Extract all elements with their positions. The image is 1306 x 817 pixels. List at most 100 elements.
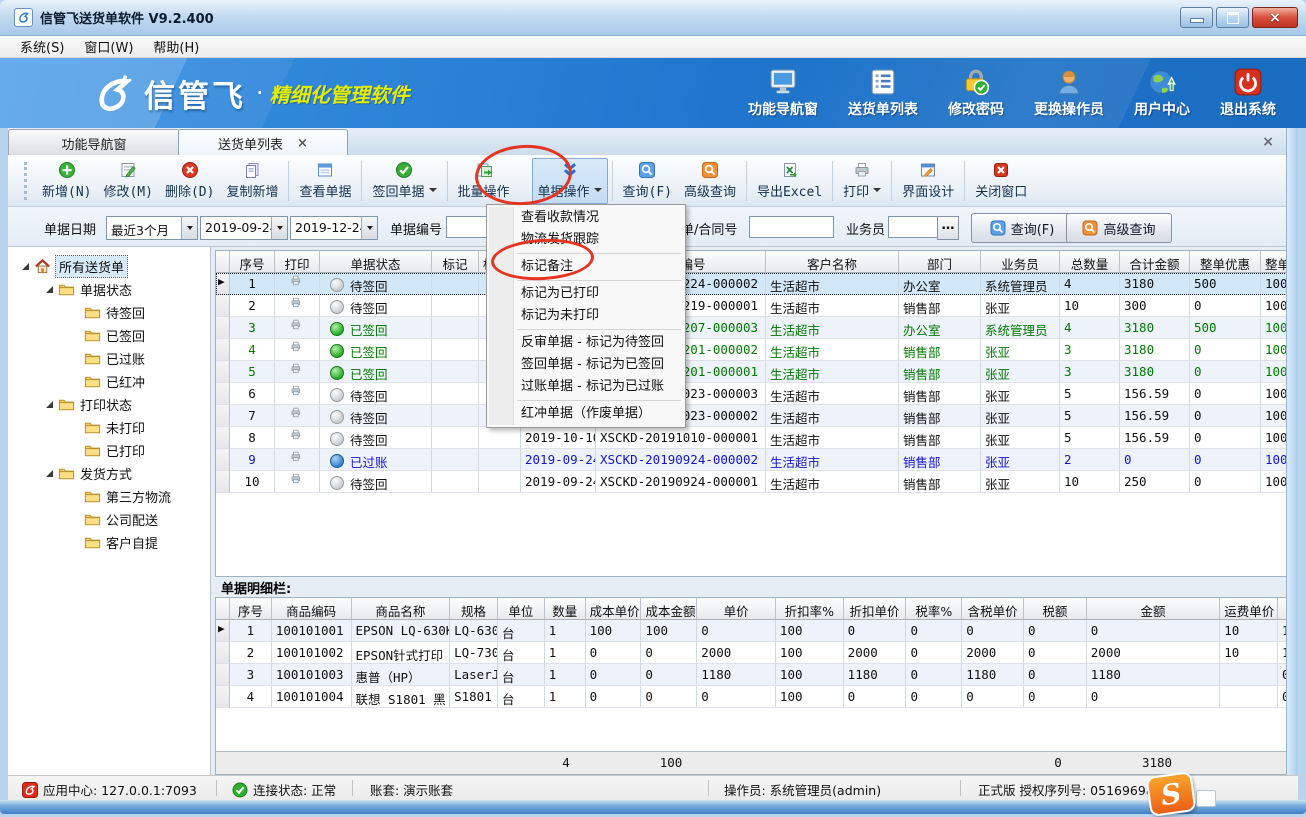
grid-row-10[interactable]: 10待签回2019-09-24XSCKD-20190924-000001生活超市… [216, 471, 1287, 493]
salesman-picker-button[interactable]: … [937, 216, 959, 240]
close-button[interactable]: × [1252, 7, 1298, 28]
detail-col-header-3[interactable]: 商品名称 [352, 598, 451, 620]
banner-action-0[interactable]: 功能导航窗 [748, 67, 818, 119]
grid-col-header-9[interactable]: 部门 [899, 251, 981, 273]
toolbar-修改M-button[interactable]: 修改(M) [97, 158, 158, 204]
detail-col-header-5[interactable]: 单位 [498, 598, 545, 620]
grid-row-3[interactable]: 3已签回2019-12-07XSCKD-20191207-000003生活超市办… [216, 317, 1287, 339]
menubar-item-0[interactable]: 系统(S) [10, 35, 74, 58]
detail-col-header-10[interactable]: 折扣率% [776, 598, 844, 620]
detail-col-header-13[interactable]: 含税单价 [962, 598, 1024, 620]
menubar-item-1[interactable]: 窗口(W) [74, 35, 143, 58]
tree-item-已签回[interactable]: 已签回 [8, 324, 210, 347]
tabstrip-close-icon[interactable]: × [1262, 134, 1274, 150]
toolbar-新增N-button[interactable]: 新增(N) [36, 158, 97, 204]
input-method-icon[interactable]: S [1145, 771, 1196, 817]
tree-item-公司配送[interactable]: 公司配送 [8, 508, 210, 531]
grid-col-header-3[interactable]: 单据状态 [320, 251, 432, 273]
chevron-down-icon[interactable] [429, 188, 437, 192]
chevron-down-icon[interactable] [594, 188, 602, 192]
tree-item-单据状态[interactable]: 单据状态 [8, 278, 210, 301]
detail-col-header-14[interactable]: 税额 [1024, 598, 1087, 620]
grid-row-2[interactable]: 2待签回2019-12-19XSCKD-20191219-000001生活超市销… [216, 295, 1287, 317]
toolbar-单据操作-button[interactable]: 单据操作 [532, 158, 608, 204]
grid-col-header-2[interactable]: 打印 [275, 251, 320, 273]
grid-row-8[interactable]: 8待签回2019-10-10XSCKD-20191010-000001生活超市销… [216, 427, 1287, 449]
grid-row-7[interactable]: 7待签回2019-10-23XSCKD-20191023-000002生活超市销… [216, 405, 1287, 427]
menu-item-反审单据 - 标记为待签回[interactable]: 反审单据 - 标记为待签回 [487, 332, 685, 354]
detail-col-header-9[interactable]: 单价 [697, 598, 776, 620]
detail-col-header-15[interactable]: 金额 [1087, 598, 1220, 620]
detail-col-header-1[interactable]: 序号 [230, 598, 272, 620]
toolbar-复制新增-button[interactable]: 复制新增 [220, 158, 284, 204]
tree-expander-icon[interactable] [46, 401, 53, 408]
detail-row-3[interactable]: 3100101003惠普（HP）LaserJ台10011801001180011… [216, 664, 1287, 686]
toolbar-导出Excel-button[interactable]: 导出Excel [751, 158, 828, 204]
toolbar-查看单据-button[interactable]: 查看单据 [293, 158, 357, 204]
detail-col-header-16[interactable]: 运费单价 [1220, 598, 1278, 620]
grid-row-1[interactable]: ▶1待签回2019-12-24XSCKD-20191224-000002生活超市… [216, 273, 1287, 295]
salesman-input[interactable] [888, 216, 938, 238]
toolbar-签回单据-button[interactable]: 签回单据 [366, 158, 442, 204]
vertical-scrollbar[interactable] [1286, 128, 1298, 775]
grid-col-header-12[interactable]: 合计金额 [1120, 251, 1190, 273]
detail-row-1[interactable]: ▶1100101001EPSON LQ-630KLQ-630台110010001… [216, 620, 1287, 642]
grid-row-5[interactable]: 5已签回2019-12-01XSCKD-20191201-000001生活超市销… [216, 361, 1287, 383]
grid-col-header-13[interactable]: 整单优惠 [1190, 251, 1261, 273]
detail-col-header-7[interactable]: 成本单价 [586, 598, 642, 620]
banner-action-1[interactable]: 送货单列表 [848, 67, 918, 119]
banner-action-4[interactable]: 用户中心 [1134, 67, 1190, 119]
toolbar-关闭窗口-button[interactable]: 关闭窗口 [969, 158, 1033, 204]
menu-item-物流发货跟踪[interactable]: 物流发货跟踪 [487, 229, 685, 251]
tree-item-第三方物流[interactable]: 第三方物流 [8, 485, 210, 508]
tree-expander-icon[interactable] [46, 286, 53, 293]
restore-button[interactable] [1216, 7, 1249, 28]
menu-item-过账单据 - 标记为已过账[interactable]: 过账单据 - 标记为已过账 [487, 376, 685, 398]
grid-row-6[interactable]: 6待签回2019-10-23XSCKD-20191023-000003生活超市销… [216, 383, 1287, 405]
toolbar-高级查询-button[interactable]: 高级查询 [678, 158, 742, 204]
grid-col-header-10[interactable]: 业务员 [981, 251, 1060, 273]
grid-row-9[interactable]: 9已过账2019-09-24XSCKD-20190924-000002生活超市销… [216, 449, 1287, 471]
advanced-search-button[interactable]: 高级查询 [1066, 213, 1172, 243]
tree-item-已过账[interactable]: 已过账 [8, 347, 210, 370]
chevron-down-icon[interactable] [873, 188, 881, 192]
grid-col-header-11[interactable]: 总数量 [1060, 251, 1120, 273]
detail-col-header-6[interactable]: 数量 [545, 598, 586, 620]
detail-col-header-0[interactable] [216, 598, 230, 620]
banner-action-5[interactable]: 退出系统 [1220, 67, 1276, 119]
tree-item-客户自提[interactable]: 客户自提 [8, 531, 210, 554]
tree-item-待签回[interactable]: 待签回 [8, 301, 210, 324]
menu-item-标记为未打印[interactable]: 标记为未打印 [487, 305, 685, 327]
toolbar-打印-button[interactable]: 打印 [837, 158, 887, 204]
grid-col-header-8[interactable]: 客户名称 [766, 251, 899, 273]
search-button[interactable]: 查询(F) [971, 213, 1073, 243]
tab-close-icon[interactable]: × [297, 136, 308, 151]
toolbar-删除D-button[interactable]: 删除(D) [159, 158, 220, 204]
menu-item-查看收款情况[interactable]: 查看收款情况 [487, 207, 685, 229]
chevron-down-icon[interactable] [271, 217, 287, 239]
toolbar-界面设计-button[interactable]: 界面设计 [896, 158, 960, 204]
chevron-down-icon[interactable] [181, 217, 197, 239]
menu-item-红冲单据（作废单据）[interactable]: 红冲单据（作废单据） [487, 403, 685, 425]
tree-expander-icon[interactable] [46, 470, 53, 477]
menubar-item-2[interactable]: 帮助(H) [143, 35, 209, 58]
grid-col-header-14[interactable]: 整单 [1261, 251, 1287, 273]
detail-row-4[interactable]: 4100101004联想 S1801 黑S1801台1000100000000 [216, 686, 1287, 708]
toolbar-批量操作-button[interactable]: 批量操作 [452, 158, 516, 204]
order-input[interactable] [749, 216, 834, 238]
detail-col-header-12[interactable]: 税率% [906, 598, 962, 620]
chevron-down-icon[interactable] [361, 217, 377, 239]
tree-item-所有送货单[interactable]: 所有送货单 [8, 255, 210, 278]
tree-expander-icon[interactable] [22, 263, 29, 270]
menu-item-签回单据 - 标记为已签回[interactable]: 签回单据 - 标记为已签回 [487, 354, 685, 376]
tree-item-已打印[interactable]: 已打印 [8, 439, 210, 462]
grid-row-4[interactable]: 4已签回2019-12-01XSCKD-20191201-000002生活超市销… [216, 339, 1287, 361]
detail-col-header-11[interactable]: 折扣单价 [844, 598, 907, 620]
date-from-select[interactable]: 2019-09-24 [200, 216, 288, 240]
menu-item-标记为已打印[interactable]: 标记为已打印 [487, 283, 685, 305]
grid-col-header-4[interactable]: 标记 [432, 251, 479, 273]
detail-col-header-2[interactable]: 商品编码 [272, 598, 352, 620]
menu-item-标记备注[interactable]: 标记备注 [487, 256, 685, 278]
tab-function-navigator[interactable]: 功能导航窗 [8, 129, 180, 156]
banner-action-3[interactable]: 更换操作员 [1034, 67, 1104, 119]
